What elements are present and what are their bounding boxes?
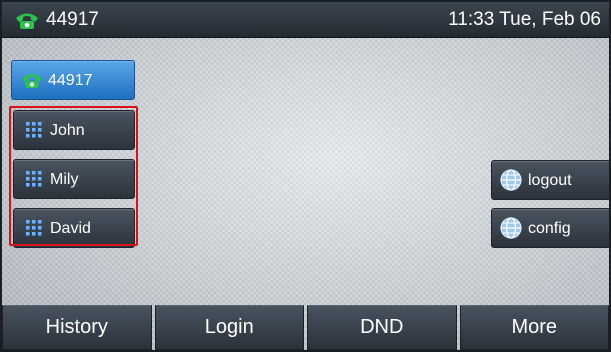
- softkey-bar: History Login DND More: [2, 305, 609, 350]
- status-bar: 44917 11:33 Tue, Feb 06: [2, 2, 609, 38]
- softkey-history[interactable]: History: [2, 305, 152, 350]
- globe-icon: [500, 217, 522, 239]
- account-number: 44917: [46, 9, 99, 30]
- softkey-login[interactable]: Login: [154, 305, 304, 350]
- phone-icon: [16, 13, 38, 29]
- line-key-label: 44917: [48, 72, 93, 89]
- line-key-account[interactable]: 44917: [11, 60, 135, 100]
- globe-icon: [500, 169, 522, 191]
- softkey-more[interactable]: More: [459, 305, 609, 350]
- line-key-label: logout: [528, 172, 572, 189]
- phone-screen: 44917 11:33 Tue, Feb 06 44917 John Mily …: [0, 0, 611, 352]
- phone-icon: [22, 74, 42, 89]
- contacts-highlight: [9, 106, 138, 246]
- line-key-config[interactable]: config: [491, 208, 609, 248]
- softkey-dnd[interactable]: DND: [307, 305, 457, 350]
- date-time: 11:33 Tue, Feb 06: [448, 9, 601, 30]
- line-key-label: config: [528, 220, 571, 237]
- line-key-logout[interactable]: logout: [491, 160, 609, 200]
